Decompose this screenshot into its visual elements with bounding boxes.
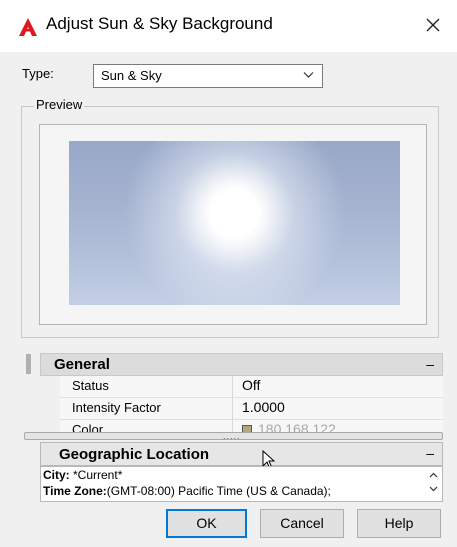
timezone-label: Time Zone: xyxy=(43,484,107,498)
cancel-button[interactable]: Cancel xyxy=(260,509,344,538)
property-key: Status xyxy=(72,378,109,393)
preview-label: Preview xyxy=(34,97,85,112)
general-section-header[interactable]: General – xyxy=(40,353,443,376)
general-section-title: General xyxy=(54,356,110,373)
city-label: City: xyxy=(43,468,70,482)
type-label: Type: xyxy=(22,66,54,81)
scroll-down-icon[interactable] xyxy=(429,486,438,492)
geo-info-box: City: *Current* Time Zone:(GMT-08:00) Pa… xyxy=(40,466,443,502)
property-value[interactable]: 1.0000 xyxy=(242,399,285,415)
property-row-intensity[interactable]: Intensity Factor 1.0000 xyxy=(60,398,443,420)
close-icon xyxy=(426,18,440,32)
city-line: City: *Current* xyxy=(43,468,122,482)
type-select-value: Sun & Sky xyxy=(101,68,162,83)
property-value[interactable]: Off xyxy=(242,377,260,393)
geo-collapse-button[interactable]: – xyxy=(426,445,434,461)
city-value: *Current* xyxy=(69,468,123,482)
general-collapse-button[interactable]: – xyxy=(426,356,434,372)
geo-section-header[interactable]: Geographic Location – xyxy=(40,442,443,466)
help-button[interactable]: Help xyxy=(357,509,441,538)
property-key: Intensity Factor xyxy=(72,400,161,415)
column-divider xyxy=(232,398,233,419)
autocad-logo-icon xyxy=(18,17,38,37)
splitter-grip-icon: ..... xyxy=(223,431,241,441)
geo-section-title: Geographic Location xyxy=(59,446,210,463)
general-properties: Status Off Intensity Factor 1.0000 Color… xyxy=(60,376,443,435)
timezone-value: (GMT-08:00) Pacific Time (US & Canada); xyxy=(106,484,331,498)
ok-button[interactable]: OK xyxy=(166,509,247,538)
close-button[interactable] xyxy=(418,10,448,40)
chevron-down-icon xyxy=(303,72,314,78)
panel-grip[interactable] xyxy=(26,354,31,374)
column-divider xyxy=(232,376,233,397)
geo-scrollbar[interactable] xyxy=(427,467,439,501)
property-row-status[interactable]: Status Off xyxy=(60,376,443,398)
sun-sky-preview-image xyxy=(69,141,400,305)
timezone-line: Time Zone:(GMT-08:00) Pacific Time (US &… xyxy=(43,484,331,498)
type-select[interactable]: Sun & Sky xyxy=(93,64,323,88)
scroll-up-icon[interactable] xyxy=(429,472,438,478)
window-title: Adjust Sun & Sky Background xyxy=(46,14,273,33)
